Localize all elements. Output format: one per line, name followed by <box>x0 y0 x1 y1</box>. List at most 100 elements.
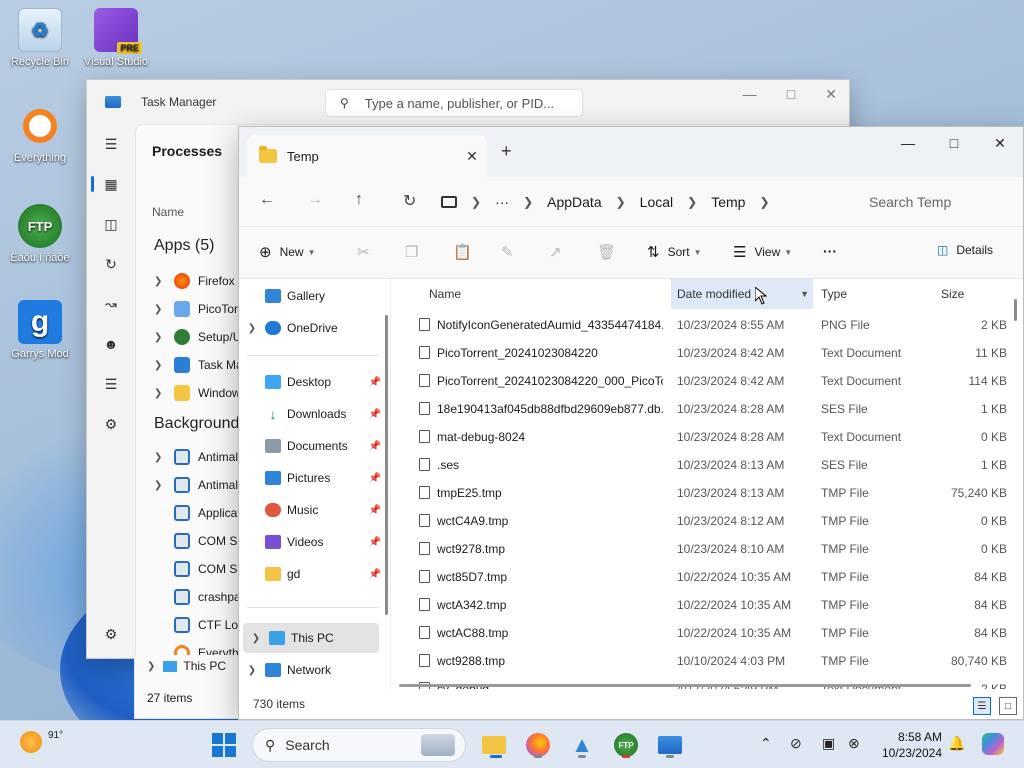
paste-icon[interactable]: 📋 <box>453 243 472 261</box>
pin-icon[interactable]: 📌 <box>369 409 381 420</box>
tab-temp[interactable]: Temp ✕ <box>247 135 487 177</box>
settings-icon[interactable]: ⚙ <box>87 614 135 654</box>
chevron-right-icon[interactable]: ❯ <box>471 195 481 209</box>
share-icon[interactable]: ↗ <box>549 243 562 261</box>
pin-icon[interactable]: 📌 <box>369 473 381 484</box>
more-path-icon[interactable]: ··· <box>495 194 509 210</box>
users-icon[interactable]: ☻ <box>87 324 135 364</box>
sidebar-item-desktop[interactable]: Desktop 📌 <box>239 367 383 397</box>
file-row[interactable]: NotifyIconGeneratedAumid_43354474184... 1… <box>395 311 1009 339</box>
file-row[interactable]: PicoTorrent_20241023084220 10/23/2024 8:4… <box>395 339 1009 367</box>
sidebar-item-pictures[interactable]: Pictures 📌 <box>239 463 383 493</box>
file-row[interactable]: wct85D7.tmp 10/22/2024 10:35 AM TMP File 84… <box>395 563 1009 591</box>
process-row[interactable]: COM Su <box>154 527 244 555</box>
pin-icon[interactable]: 📌 <box>369 505 381 516</box>
chevron-right-icon[interactable]: ❯ <box>616 195 626 209</box>
taskbar-picotorrent[interactable]: ▲ <box>566 729 598 761</box>
details-pane-button[interactable]: ◫ Details <box>937 243 993 257</box>
horizontal-scrollbar[interactable] <box>399 684 971 687</box>
performance-icon[interactable]: ◫ <box>87 204 135 244</box>
maximize-icon[interactable]: □ <box>931 127 977 159</box>
chevron-right-icon[interactable]: ❯ <box>239 323 265 334</box>
tree-item-this-pc[interactable]: ❯ This PC <box>147 659 226 673</box>
breadcrumb-appdata[interactable]: AppData <box>547 194 601 210</box>
details-view-icon[interactable]: ☰ <box>973 697 991 715</box>
sidebar-item-gd[interactable]: gd 📌 <box>239 559 383 589</box>
sidebar-item-downloads[interactable]: ↓ Downloads 📌 <box>239 399 383 429</box>
taskbar-firefox[interactable] <box>522 729 554 761</box>
column-header-name[interactable]: Name <box>152 205 184 219</box>
file-row[interactable]: mat-debug-8024 10/23/2024 8:28 AM Text Doc… <box>395 423 1009 451</box>
chevron-right-icon[interactable]: ❯ <box>523 195 533 209</box>
copilot-icon[interactable] <box>982 733 1004 755</box>
file-row[interactable]: 18e190413af045db88dfbd29609eb877.db.... 1… <box>395 395 1009 423</box>
process-row[interactable]: ❯ Setup/U <box>154 323 241 351</box>
chevron-right-icon[interactable]: ❯ <box>147 661 155 672</box>
sidebar-item-network[interactable]: ❯ Network <box>239 655 383 685</box>
app-history-icon[interactable]: ↻ <box>87 244 135 284</box>
services-icon[interactable]: ⚙ <box>87 404 135 444</box>
pin-icon[interactable]: 📌 <box>369 377 381 388</box>
close-icon[interactable]: ✕ <box>825 86 837 103</box>
file-row[interactable]: wct9288.tmp 10/10/2024 4:03 PM TMP File 80,… <box>395 647 1009 675</box>
breadcrumb-temp[interactable]: Temp <box>711 194 745 210</box>
chevron-up-icon[interactable]: ⌃ <box>760 735 772 752</box>
forward-arrow-icon[interactable]: → <box>307 191 323 209</box>
new-tab-button[interactable]: + <box>501 141 512 162</box>
sidebar-item-onedrive[interactable]: ❯ OneDrive <box>239 313 383 343</box>
display-icon[interactable]: ▣ <box>822 735 835 752</box>
rename-icon[interactable]: ✎ <box>501 243 514 261</box>
task-manager-search-input[interactable]: ⚲ Type a name, publisher, or PID... <box>325 89 583 117</box>
weather-widget[interactable]: 91° <box>20 730 63 753</box>
sidebar-item-music[interactable]: Music 📌 <box>239 495 383 525</box>
chevron-right-icon[interactable]: ❯ <box>154 360 174 371</box>
sidebar-item-this-pc[interactable]: ❯ This PC <box>243 623 379 653</box>
volume-muted-icon[interactable]: ⊗ <box>848 735 860 752</box>
search-input[interactable]: Search Temp <box>855 186 1017 218</box>
desktop-icon-recycle-bin[interactable]: ♻ Recycle Bin <box>4 8 76 69</box>
sidebar-scrollbar[interactable] <box>385 315 388 615</box>
new-button[interactable]: ⊕ New ▼ <box>259 243 316 261</box>
back-arrow-icon[interactable]: ← <box>259 191 275 209</box>
file-row[interactable]: wctAC88.tmp 10/22/2024 10:35 AM TMP File 84… <box>395 619 1009 647</box>
chevron-right-icon[interactable]: ❯ <box>154 452 174 463</box>
chevron-down-icon[interactable]: ▼ <box>800 289 809 299</box>
process-row[interactable]: ❯ Antimal <box>154 471 238 499</box>
pin-icon[interactable]: 📌 <box>369 441 381 452</box>
up-arrow-icon[interactable]: ↑ <box>355 191 363 209</box>
file-row[interactable]: tmpE25.tmp 10/23/2024 8:13 AM TMP File 75,2… <box>395 479 1009 507</box>
process-row[interactable]: ❯ Task Ma <box>154 351 243 379</box>
chevron-right-icon[interactable]: ❯ <box>154 388 174 399</box>
file-row[interactable]: .ses 10/23/2024 8:13 AM SES File 1 KB <box>395 451 1009 479</box>
file-row[interactable]: wctA342.tmp 10/22/2024 10:35 AM TMP File 84… <box>395 591 1009 619</box>
process-row[interactable]: ❯ Window <box>154 379 241 407</box>
notification-bell-icon[interactable]: 🔔 <box>948 735 965 752</box>
process-row[interactable]: CTF Loa <box>154 611 245 639</box>
process-row[interactable]: Applicat <box>154 499 241 527</box>
column-header-name[interactable]: Name <box>429 279 461 309</box>
taskbar-file-explorer[interactable] <box>478 729 510 761</box>
close-icon[interactable]: ✕ <box>977 127 1023 159</box>
desktop-icon-garrys-mod[interactable]: g Garrys Mod <box>4 300 76 361</box>
processes-icon[interactable]: ▦ <box>87 164 135 204</box>
taskbar-task-manager[interactable] <box>654 729 686 761</box>
column-header-size[interactable]: Size <box>941 279 964 309</box>
monitor-icon[interactable] <box>441 196 457 208</box>
network-offline-icon[interactable]: ⊘ <box>790 735 802 752</box>
taskbar-ftp[interactable]: FTP <box>610 729 642 761</box>
more-options-button[interactable]: ··· <box>823 243 837 259</box>
pin-icon[interactable]: 📌 <box>369 537 381 548</box>
file-list-scrollbar[interactable] <box>1014 299 1017 321</box>
process-row[interactable]: ❯ PicoTorr <box>154 295 242 323</box>
cut-icon[interactable]: ✂ <box>357 243 370 261</box>
chevron-right-icon[interactable]: ❯ <box>243 633 269 644</box>
maximize-icon[interactable]: □ <box>787 86 795 103</box>
file-row[interactable]: wctC4A9.tmp 10/23/2024 8:12 AM TMP File 0 K… <box>395 507 1009 535</box>
file-row[interactable]: PicoTorrent_20241023084220_000_PicoTo...… <box>395 367 1009 395</box>
copy-icon[interactable]: ❐ <box>405 243 418 261</box>
chevron-right-icon[interactable]: ❯ <box>759 195 769 209</box>
desktop-icon-ftp[interactable]: FTP Ëàõu ì ñàõe <box>4 204 76 265</box>
sidebar-item-gallery[interactable]: Gallery <box>239 281 383 311</box>
delete-icon[interactable]: 🗑 <box>597 243 616 261</box>
startup-apps-icon[interactable]: ↝ <box>87 284 135 324</box>
